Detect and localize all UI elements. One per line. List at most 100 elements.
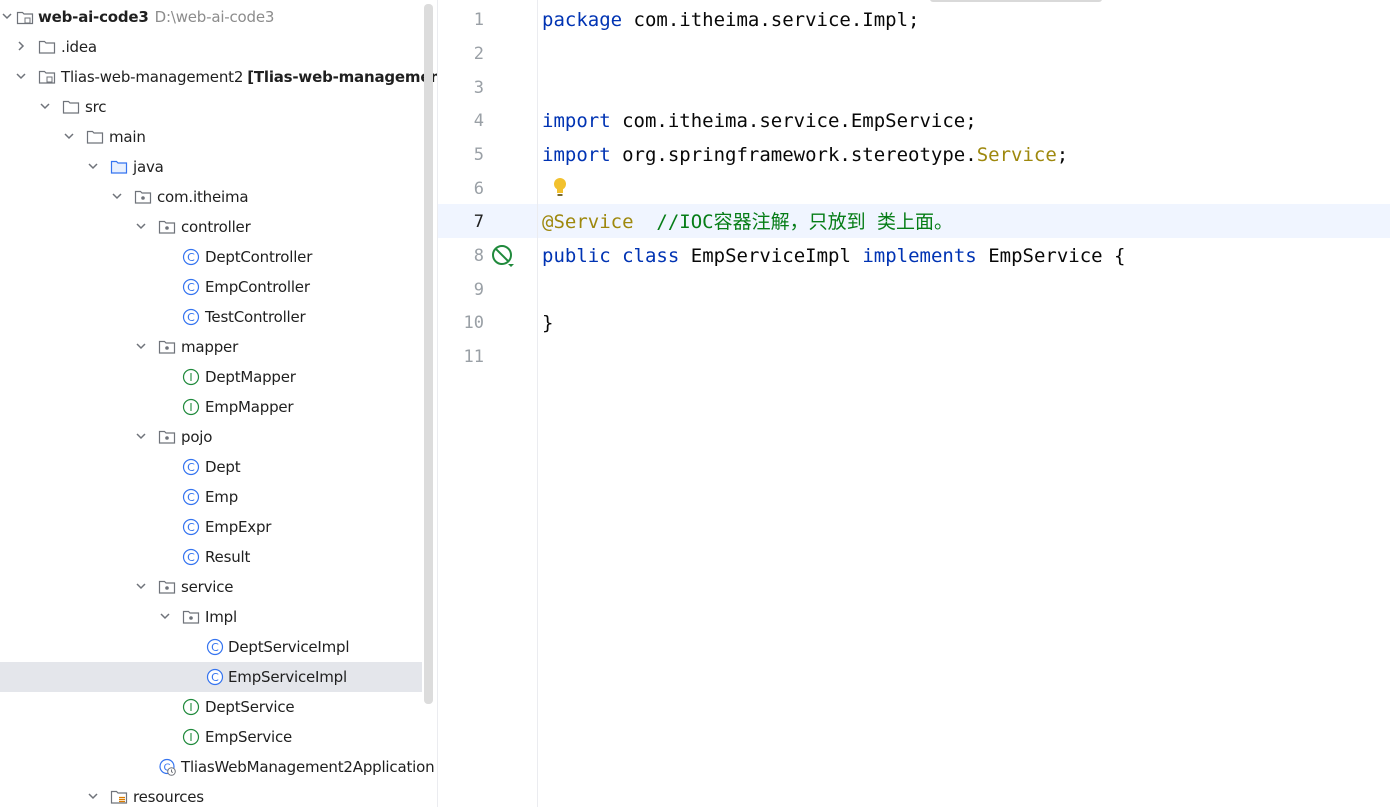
keyword: class xyxy=(622,245,680,267)
interface-icon: I xyxy=(182,368,200,386)
code-text: ; xyxy=(1056,144,1069,166)
code-line-10[interactable]: } xyxy=(542,306,553,340)
tree-item-emp-service-impl[interactable]: C EmpServiceImpl xyxy=(0,662,422,692)
chevron-down-icon[interactable] xyxy=(14,69,28,83)
resources-folder-icon xyxy=(110,790,128,804)
tree-item-pojo[interactable]: pojo xyxy=(0,422,422,452)
annotation-ref: Service xyxy=(976,144,1057,166)
tree-item-dept-mapper[interactable]: I DeptMapper xyxy=(0,362,422,392)
tree-item-controller[interactable]: controller xyxy=(0,212,422,242)
chevron-down-icon[interactable] xyxy=(134,429,148,443)
tree-item-resources[interactable]: resources xyxy=(0,782,422,807)
tree-item-label: .idea xyxy=(61,38,97,56)
svg-text:C: C xyxy=(187,281,195,294)
tree-item-label: com.itheima xyxy=(157,188,249,206)
line-number: 11 xyxy=(463,347,484,367)
code-line-5[interactable]: import org.springframework.stereotype.Se… xyxy=(542,138,1068,172)
tree-item-service[interactable]: service xyxy=(0,572,422,602)
interface-icon: I xyxy=(182,398,200,416)
project-tree: web-ai-code3 D:\web-ai-code3 .idea Tlias-… xyxy=(0,0,438,807)
tree-item-label: src xyxy=(85,98,107,116)
editor-gutter[interactable]: 1 2 3 4 5 6 7 8 9 10 11 xyxy=(438,0,538,807)
tree-item-test-controller[interactable]: C TestController xyxy=(0,302,422,332)
line-number: 6 xyxy=(473,179,484,199)
chevron-down-icon[interactable] xyxy=(38,99,52,113)
line-number: 9 xyxy=(473,280,484,300)
chevron-down-icon[interactable] xyxy=(0,9,14,23)
comment: //IOC容器注解，只放到 类上面。 xyxy=(633,211,954,233)
tree-item-application[interactable]: C TliasWebManagement2Application xyxy=(0,752,435,782)
folder-icon xyxy=(38,40,56,54)
chevron-down-icon[interactable] xyxy=(134,339,148,353)
chevron-down-icon[interactable] xyxy=(86,159,100,173)
brace: } xyxy=(542,312,554,334)
chevron-down-icon[interactable] xyxy=(62,129,76,143)
tree-item-label: web-ai-code3 D:\web-ai-code3 xyxy=(38,8,275,26)
keyword: import xyxy=(542,144,611,166)
chevron-down-icon[interactable] xyxy=(158,609,172,623)
code-editor[interactable]: 1 2 3 4 5 6 7 8 9 10 11 package com.ithe… xyxy=(438,0,1390,807)
svg-text:C: C xyxy=(187,461,195,474)
lightbulb-icon[interactable] xyxy=(551,176,569,198)
keyword: implements xyxy=(862,245,977,267)
line-number: 4 xyxy=(473,111,484,131)
chevron-right-icon[interactable] xyxy=(14,39,28,53)
tree-item-emp-service[interactable]: I EmpService xyxy=(0,722,422,752)
class-icon: C xyxy=(182,248,200,266)
code-text: com.itheima.service.Impl; xyxy=(622,9,920,31)
tree-item-label: resources xyxy=(133,788,204,806)
tree-item-label: mapper xyxy=(181,338,239,356)
tree-item-emp-expr[interactable]: C EmpExpr xyxy=(0,512,422,542)
chevron-down-icon[interactable] xyxy=(134,579,148,593)
tree-item-dept[interactable]: C Dept xyxy=(0,452,422,482)
code-line-7[interactable]: @Service //IOC容器注解，只放到 类上面。 xyxy=(542,205,953,239)
class-icon: C xyxy=(182,518,200,536)
class-icon: C xyxy=(206,668,224,686)
keyword: public xyxy=(542,245,611,267)
tree-item-emp-controller[interactable]: C EmpController xyxy=(0,272,422,302)
tree-item-dept-service-impl[interactable]: C DeptServiceImpl xyxy=(0,632,422,662)
tree-item-module[interactable]: Tlias-web-management2 [Tlias-web-manageme… xyxy=(0,62,437,92)
chevron-down-icon[interactable] xyxy=(134,219,148,233)
tree-item-label: EmpService xyxy=(205,728,293,746)
tree-item-com-itheima[interactable]: com.itheima xyxy=(0,182,422,212)
svg-text:C: C xyxy=(211,641,219,654)
chevron-down-icon[interactable] xyxy=(110,189,124,203)
tree-item-dept-controller[interactable]: C DeptController xyxy=(0,242,422,272)
tree-item-root[interactable]: web-ai-code3 D:\web-ai-code3 xyxy=(0,2,422,32)
tree-item-mapper[interactable]: mapper xyxy=(0,332,422,362)
class-icon: C xyxy=(182,308,200,326)
bean-no-usages-icon[interactable] xyxy=(490,243,516,269)
tree-item-label: DeptController xyxy=(205,248,313,266)
folder-icon xyxy=(86,130,104,144)
tree-item-emp-mapper[interactable]: I EmpMapper xyxy=(0,392,422,422)
brace: { xyxy=(1114,245,1126,267)
tree-item-java[interactable]: java xyxy=(0,152,422,182)
tree-item-idea[interactable]: .idea xyxy=(0,32,422,62)
line-number-current: 7 xyxy=(473,212,484,232)
tree-item-impl[interactable]: Impl xyxy=(0,602,422,632)
tree-item-label: DeptMapper xyxy=(205,368,296,386)
tree-item-src[interactable]: src xyxy=(0,92,422,122)
tree-item-main[interactable]: main xyxy=(0,122,422,152)
tree-item-emp[interactable]: C Emp xyxy=(0,482,422,512)
class-icon: C xyxy=(206,638,224,656)
tree-item-label: TestController xyxy=(205,308,306,326)
interface-name: EmpService xyxy=(988,245,1103,267)
chevron-down-icon[interactable] xyxy=(86,789,100,803)
tree-item-dept-service[interactable]: I DeptService xyxy=(0,692,422,722)
tree-item-label: controller xyxy=(181,218,251,236)
module-folder-icon xyxy=(38,70,56,84)
code-line-1[interactable]: package com.itheima.service.Impl; xyxy=(542,3,920,37)
svg-text:C: C xyxy=(211,671,219,684)
tree-scrollbar[interactable] xyxy=(424,4,433,704)
code-text: com.itheima.service.EmpService; xyxy=(610,110,977,132)
tree-item-label: main xyxy=(109,128,146,146)
package-icon xyxy=(158,580,176,594)
code-line-8[interactable]: public class EmpServiceImpl implements E… xyxy=(542,239,1126,273)
class-icon: C xyxy=(182,458,200,476)
code-line-4[interactable]: import com.itheima.service.EmpService; xyxy=(542,104,977,138)
tree-item-label: EmpMapper xyxy=(205,398,294,416)
tree-item-result[interactable]: C Result xyxy=(0,542,422,572)
line-number: 3 xyxy=(473,78,484,98)
